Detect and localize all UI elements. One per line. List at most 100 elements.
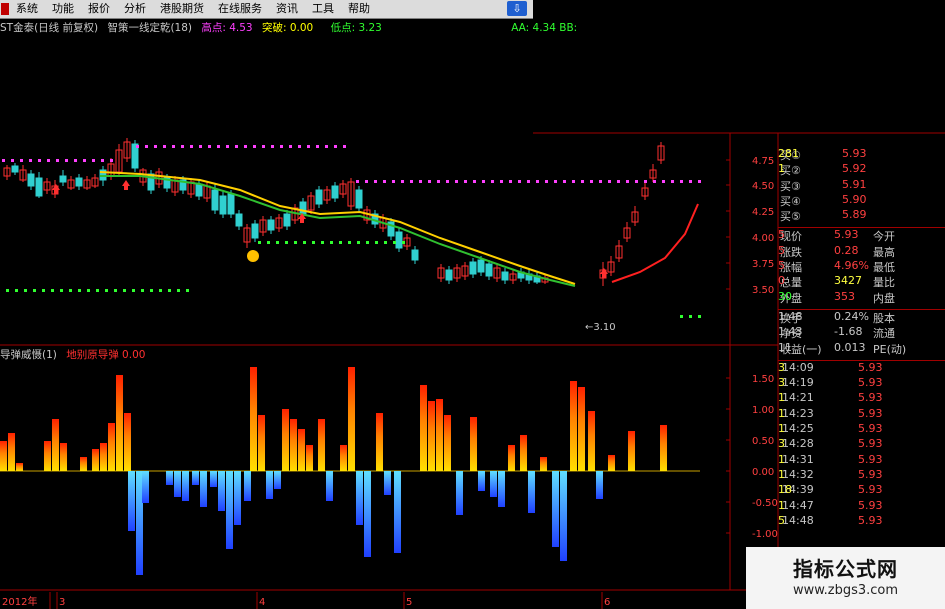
tick-price: 5.93 [858, 483, 883, 497]
candle-body [267, 219, 275, 231]
sub-bar-down [142, 471, 149, 503]
sub-bar-down [364, 471, 371, 557]
tick-volume: 5 [778, 513, 785, 527]
fin-value: -1.68 [834, 325, 863, 339]
tick-volume: 3 [778, 437, 785, 451]
support-dot [87, 289, 90, 292]
sub-bar-down [498, 471, 505, 507]
tick-price: 5.93 [858, 437, 883, 451]
stat-label: 内盘 [873, 291, 895, 305]
support-dot [303, 241, 306, 244]
sub-tick-label: 1.50 [752, 374, 774, 385]
stat-label: 今开 [873, 230, 895, 244]
watermark-url: www.zbgs3.com [792, 583, 899, 598]
min-price-label: ←3.10 [585, 322, 616, 333]
resistance-dot [662, 180, 665, 183]
support-dot [402, 241, 405, 244]
support-dot [339, 241, 342, 244]
tick-price: 5.93 [858, 376, 883, 390]
sub-bar-down [210, 471, 217, 487]
stat-label: 最低 [873, 261, 895, 275]
date-tick-label: 5 [406, 597, 412, 608]
candle-body [501, 271, 509, 281]
bid-row: 买④ 5.90 [778, 193, 945, 208]
resistance-dot [190, 145, 193, 148]
resistance-dot [343, 145, 346, 148]
tick-row: 14:39 5.93 18 [778, 483, 945, 498]
candle-body [195, 183, 203, 197]
resistance-dot [401, 180, 404, 183]
candle-body [75, 177, 83, 187]
sub-bar-down [528, 471, 535, 513]
sub-tick-label: 0.50 [752, 436, 774, 447]
bid-row: 买③ 5.91 [778, 178, 945, 193]
stat-row: 外盘 353 内盘 30 [778, 290, 945, 305]
resistance-dot [608, 180, 611, 183]
resistance-dot [325, 145, 328, 148]
fin-value: 1.43 [778, 325, 803, 339]
sub-bar-up [60, 443, 67, 471]
resistance-dot [271, 145, 274, 148]
sub-bar-up [436, 399, 443, 471]
candle-body [283, 213, 291, 227]
date-tick-label: 4 [259, 597, 265, 608]
sub-bar-up [508, 445, 515, 471]
sub-tick-label: -0.50 [752, 498, 778, 509]
sub-bar-down [478, 471, 485, 491]
sub-bar-up [8, 433, 15, 471]
sub-bar-up [428, 401, 435, 471]
resistance-dot [280, 145, 283, 148]
support-dot [680, 315, 683, 318]
support-dot [33, 289, 36, 292]
tick-price: 5.93 [858, 360, 883, 374]
price-tick-label: 4.50 [752, 181, 774, 192]
support-dot [150, 289, 153, 292]
resistance-dot [473, 180, 476, 183]
resistance-dot [635, 180, 638, 183]
tick-volume: 18 [778, 483, 792, 497]
sub-bar-up [124, 413, 131, 471]
resistance-dot [554, 180, 557, 183]
resistance-dot [545, 180, 548, 183]
stat-label: 最高 [873, 245, 895, 259]
support-dot [267, 241, 270, 244]
sub-bar-down [234, 471, 241, 525]
resistance-dot [491, 180, 494, 183]
tick-price: 5.93 [858, 391, 883, 405]
sub-bar-up [16, 463, 23, 471]
sub-bar-up [588, 411, 595, 471]
tick-row: 14:19 5.93 3 [778, 376, 945, 391]
bid-price: 5.92 [842, 162, 867, 176]
support-dot [689, 315, 692, 318]
stat-row: 总量 3427 量比 0 [778, 274, 945, 289]
resistance-dot [163, 145, 166, 148]
tick-time: 14:19 [782, 376, 814, 390]
resistance-dot [500, 180, 503, 183]
sub-bar-up [290, 419, 297, 471]
resistance-dot [617, 180, 620, 183]
tick-volume: 1 [778, 452, 785, 466]
price-tick-label: 4.75 [752, 156, 774, 167]
tick-time: 14:28 [782, 437, 814, 451]
sub-bar-up [444, 415, 451, 471]
price-tick-label: 4.25 [752, 207, 774, 218]
tick-time: 14:21 [782, 391, 814, 405]
tick-volume: 1 [778, 498, 785, 512]
date-tick-label: 2012年 [2, 595, 37, 608]
resistance-dot [334, 145, 337, 148]
fin-row: 收益(一) 0.013 PE(动) 11 [778, 341, 945, 356]
support-dot [96, 289, 99, 292]
bid-volume: 1 [778, 162, 785, 176]
resistance-dot [217, 145, 220, 148]
stat-value: 0 [778, 274, 785, 288]
sub-bar-up [258, 415, 265, 471]
resistance-dot [446, 180, 449, 183]
resistance-dot [410, 180, 413, 183]
candle-body [35, 177, 43, 197]
candle-body [315, 189, 323, 205]
resistance-dot [671, 180, 674, 183]
resistance-dot [356, 180, 359, 183]
resistance-dot [374, 180, 377, 183]
support-dot [366, 241, 369, 244]
support-dot [105, 289, 108, 292]
